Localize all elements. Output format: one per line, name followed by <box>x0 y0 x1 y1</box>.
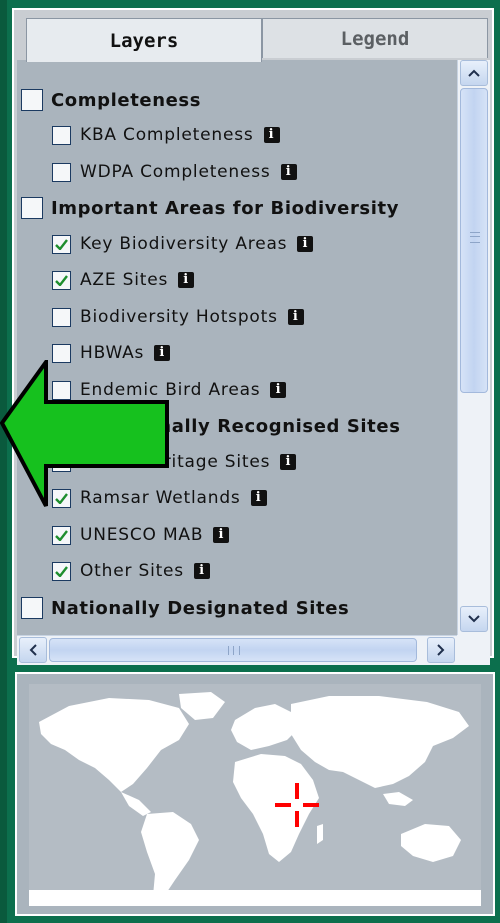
layer-checkbox-checked[interactable] <box>52 561 71 581</box>
scroll-up-icon <box>468 69 480 77</box>
scroll-left-icon <box>29 644 37 656</box>
layer-label: Biodiversity Hotspots <box>80 307 278 327</box>
layer-checkbox[interactable] <box>52 162 71 182</box>
overview-map[interactable] <box>29 684 481 906</box>
group-checkbox[interactable] <box>21 89 43 111</box>
layer-item[interactable]: AZE Sites i <box>52 265 195 295</box>
group-label: Nationally Designated Sites <box>51 597 350 619</box>
group-label: Important Areas for Biodiversity <box>51 197 400 219</box>
layer-label: Other Sites <box>80 561 184 581</box>
layer-item[interactable]: Key Biodiversity Areas i <box>52 229 314 259</box>
layer-checkbox[interactable] <box>52 125 71 145</box>
info-icon[interactable]: i <box>263 127 280 143</box>
layer-item[interactable]: KBA Completeness i <box>52 120 280 150</box>
scroll-left-button[interactable] <box>19 637 47 663</box>
info-icon[interactable]: i <box>280 454 297 470</box>
layer-item[interactable]: Other Sites i <box>52 556 210 586</box>
layer-label: Key Biodiversity Areas <box>80 234 288 254</box>
continent-antarctica <box>29 890 481 906</box>
tab-layers[interactable]: Layers <box>26 18 262 62</box>
info-icon[interactable]: i <box>213 527 230 543</box>
layer-label: UNESCO MAB <box>80 525 204 545</box>
scroll-down-icon <box>468 615 480 623</box>
checkmark-icon <box>55 529 68 541</box>
layer-label: AZE Sites <box>80 270 169 290</box>
scroll-up-button[interactable] <box>460 60 488 86</box>
scroll-right-icon <box>437 644 445 656</box>
info-icon[interactable]: i <box>178 272 195 288</box>
checkmark-icon <box>55 565 68 577</box>
world-map <box>29 684 481 906</box>
scroll-right-button[interactable] <box>427 637 455 663</box>
layer-checkbox[interactable] <box>52 307 71 327</box>
scrollbar-corner <box>457 635 490 665</box>
info-icon[interactable]: i <box>154 345 171 361</box>
layer-item[interactable]: UNESCO MAB i <box>52 520 230 550</box>
layer-item[interactable]: WDPA Completeness i <box>52 157 297 187</box>
layer-list: Completeness KBA Completeness i WDPA Com… <box>17 60 457 635</box>
layer-checkbox-checked[interactable] <box>52 525 71 545</box>
vertical-scrollbar[interactable] <box>457 60 490 635</box>
group-checkbox[interactable] <box>21 597 43 619</box>
info-icon[interactable]: i <box>250 490 267 506</box>
layer-checkbox-checked[interactable] <box>52 270 71 290</box>
info-icon[interactable]: i <box>297 236 314 252</box>
vertical-scroll-thumb[interactable] <box>460 88 488 393</box>
tab-legend[interactable]: Legend <box>262 18 488 58</box>
group-completeness[interactable]: Completeness <box>21 85 201 115</box>
horizontal-scroll-thumb[interactable] <box>49 638 417 662</box>
checkmark-icon <box>55 238 68 250</box>
info-icon[interactable]: i <box>287 309 304 325</box>
info-icon[interactable]: i <box>280 164 297 180</box>
layer-item[interactable]: Biodiversity Hotspots i <box>52 302 304 332</box>
layer-checkbox-checked[interactable] <box>52 234 71 254</box>
info-icon[interactable]: i <box>270 382 287 398</box>
horizontal-scrollbar[interactable] <box>17 635 457 665</box>
info-icon[interactable]: i <box>193 563 210 579</box>
group-label: Completeness <box>51 89 202 111</box>
layers-panel: Layers Legend Completeness KBA Completen… <box>12 8 494 665</box>
overview-map-panel <box>15 672 495 916</box>
scroll-down-button[interactable] <box>460 606 488 632</box>
group-national-sites[interactable]: Nationally Designated Sites <box>21 593 349 623</box>
layer-label: KBA Completeness <box>80 125 254 145</box>
pointer-arrow-icon <box>0 360 169 507</box>
checkmark-icon <box>55 274 68 286</box>
layer-label: WDPA Completeness <box>80 162 271 182</box>
group-checkbox[interactable] <box>21 197 43 219</box>
tab-bar: Layers Legend <box>26 18 488 62</box>
group-important-areas[interactable]: Important Areas for Biodiversity <box>21 193 399 223</box>
